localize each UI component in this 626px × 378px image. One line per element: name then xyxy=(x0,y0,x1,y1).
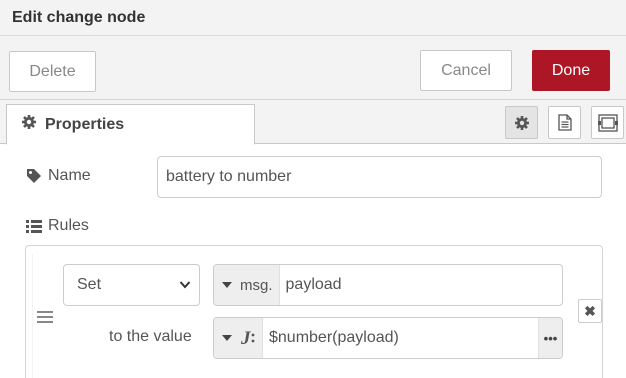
dialog-title-bar: Edit change node xyxy=(0,0,626,36)
target-type-label: msg. xyxy=(240,276,273,294)
list-icon xyxy=(26,220,42,233)
tab-bar: Properties xyxy=(0,100,626,145)
node-appearance-icon[interactable] xyxy=(591,106,624,139)
dialog-toolbar: Delete Cancel Done xyxy=(0,36,626,100)
tab-properties[interactable]: Properties xyxy=(6,104,255,145)
rule-action-select[interactable]: Set xyxy=(63,264,200,306)
target-value[interactable]: payload xyxy=(280,276,562,294)
name-label: Name xyxy=(26,167,91,185)
target-type-select[interactable]: msg. xyxy=(214,265,280,305)
properties-panel: Name battery to number Rules Set msg. pa… xyxy=(0,145,626,378)
to-the-value-label: to the value xyxy=(109,328,192,345)
caret-down-icon xyxy=(222,282,232,288)
value-expression[interactable]: $number(payload) xyxy=(263,329,538,347)
rule-action-value: Set xyxy=(77,276,102,293)
tag-icon xyxy=(27,169,41,183)
rule-row: Set msg. payload to the value J $number(… xyxy=(32,254,602,378)
dialog-title: Edit change node xyxy=(12,9,146,26)
value-type-select[interactable]: J xyxy=(214,318,263,358)
chevron-down-icon xyxy=(179,281,191,289)
rules-label-text: Rules xyxy=(48,217,89,234)
tab-properties-label: Properties xyxy=(45,115,125,133)
remove-rule-button[interactable]: ✖ xyxy=(578,299,602,323)
rules-label: Rules xyxy=(26,217,89,235)
name-input[interactable]: battery to number xyxy=(157,156,602,198)
caret-down-icon xyxy=(222,335,232,341)
document-icon[interactable] xyxy=(548,106,581,139)
gear-icon xyxy=(21,114,37,135)
name-label-text: Name xyxy=(48,167,91,184)
jsonata-icon: J xyxy=(240,328,255,348)
done-button[interactable]: Done xyxy=(532,50,610,91)
rule-value-input[interactable]: J $number(payload) ••• xyxy=(213,317,563,359)
rule-target-input[interactable]: msg. payload xyxy=(213,264,563,306)
delete-button[interactable]: Delete xyxy=(9,51,96,92)
gear-icon[interactable] xyxy=(505,106,538,139)
drag-handle-icon[interactable] xyxy=(37,310,53,328)
rules-list: Set msg. payload to the value J $number(… xyxy=(25,245,603,378)
expand-editor-button[interactable]: ••• xyxy=(538,318,562,358)
svg-text:J: J xyxy=(240,328,251,348)
cancel-button[interactable]: Cancel xyxy=(420,50,512,91)
